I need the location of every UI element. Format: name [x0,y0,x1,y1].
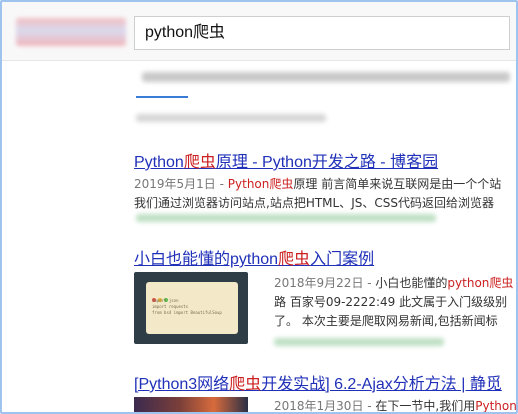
result-stats [136,114,326,122]
site-logo[interactable] [16,18,126,46]
result-item: Python爬虫原理 - Python开发之路 - 博客园 2019年5月1日 … [134,148,516,213]
result-title-link[interactable]: 小白也能懂的python爬虫入门案例 [134,245,516,269]
result-item: 小白也能懂的python爬虫入门案例 [134,245,516,269]
code-card: import json import requests from bs4 imp… [146,282,238,334]
result-snippet: 了。 本次主要是爬取网易新闻,包括新闻标 [274,314,498,328]
result-url [136,214,436,222]
result-snippet-block: 2018年9月22日 - 小白也能懂的python爬虫 路 百家号09-2222… [274,274,516,331]
search-tabs [142,72,510,82]
result-thumbnail[interactable] [134,397,248,412]
result-snippet: 路 百家号09-2222:49 此文属于入门级级别 [274,295,508,309]
result-snippet: 我们通过浏览器访问站点,站点把HTML、JS、CSS代码返回给浏览器 [134,196,494,210]
result-item: [Python3网络爬虫开发实战] 6.2-Ajax分析方法 | 静觅 [134,370,516,394]
browser-frame: python爬虫 Python爬虫原理 - Python开发之路 - 博客园 2… [0,0,518,414]
active-tab-indicator [136,96,188,98]
search-input[interactable]: python爬虫 [134,16,510,50]
code-snippet: import json import requests from bs4 imp… [152,298,222,315]
result-snippet: 2018年9月22日 - 小白也能懂的python爬虫 [274,276,514,290]
result-snippet: 2018年1月30日 - 在下一节中,我们用Python [274,399,516,413]
result-title-link[interactable]: Python爬虫原理 - Python开发之路 - 博客园 [134,148,516,172]
result-snippet: 2019年5月1日 - Python爬虫原理 前言简单来说互联网是由一个个站 [134,177,502,191]
result-snippet-block: 2018年1月30日 - 在下一节中,我们用Python [274,397,516,413]
result-thumbnail[interactable]: import json import requests from bs4 imp… [134,272,248,344]
search-header: python爬虫 [2,2,516,61]
result-url [274,338,444,346]
result-title-link[interactable]: [Python3网络爬虫开发实战] 6.2-Ajax分析方法 | 静觅 [134,370,516,394]
